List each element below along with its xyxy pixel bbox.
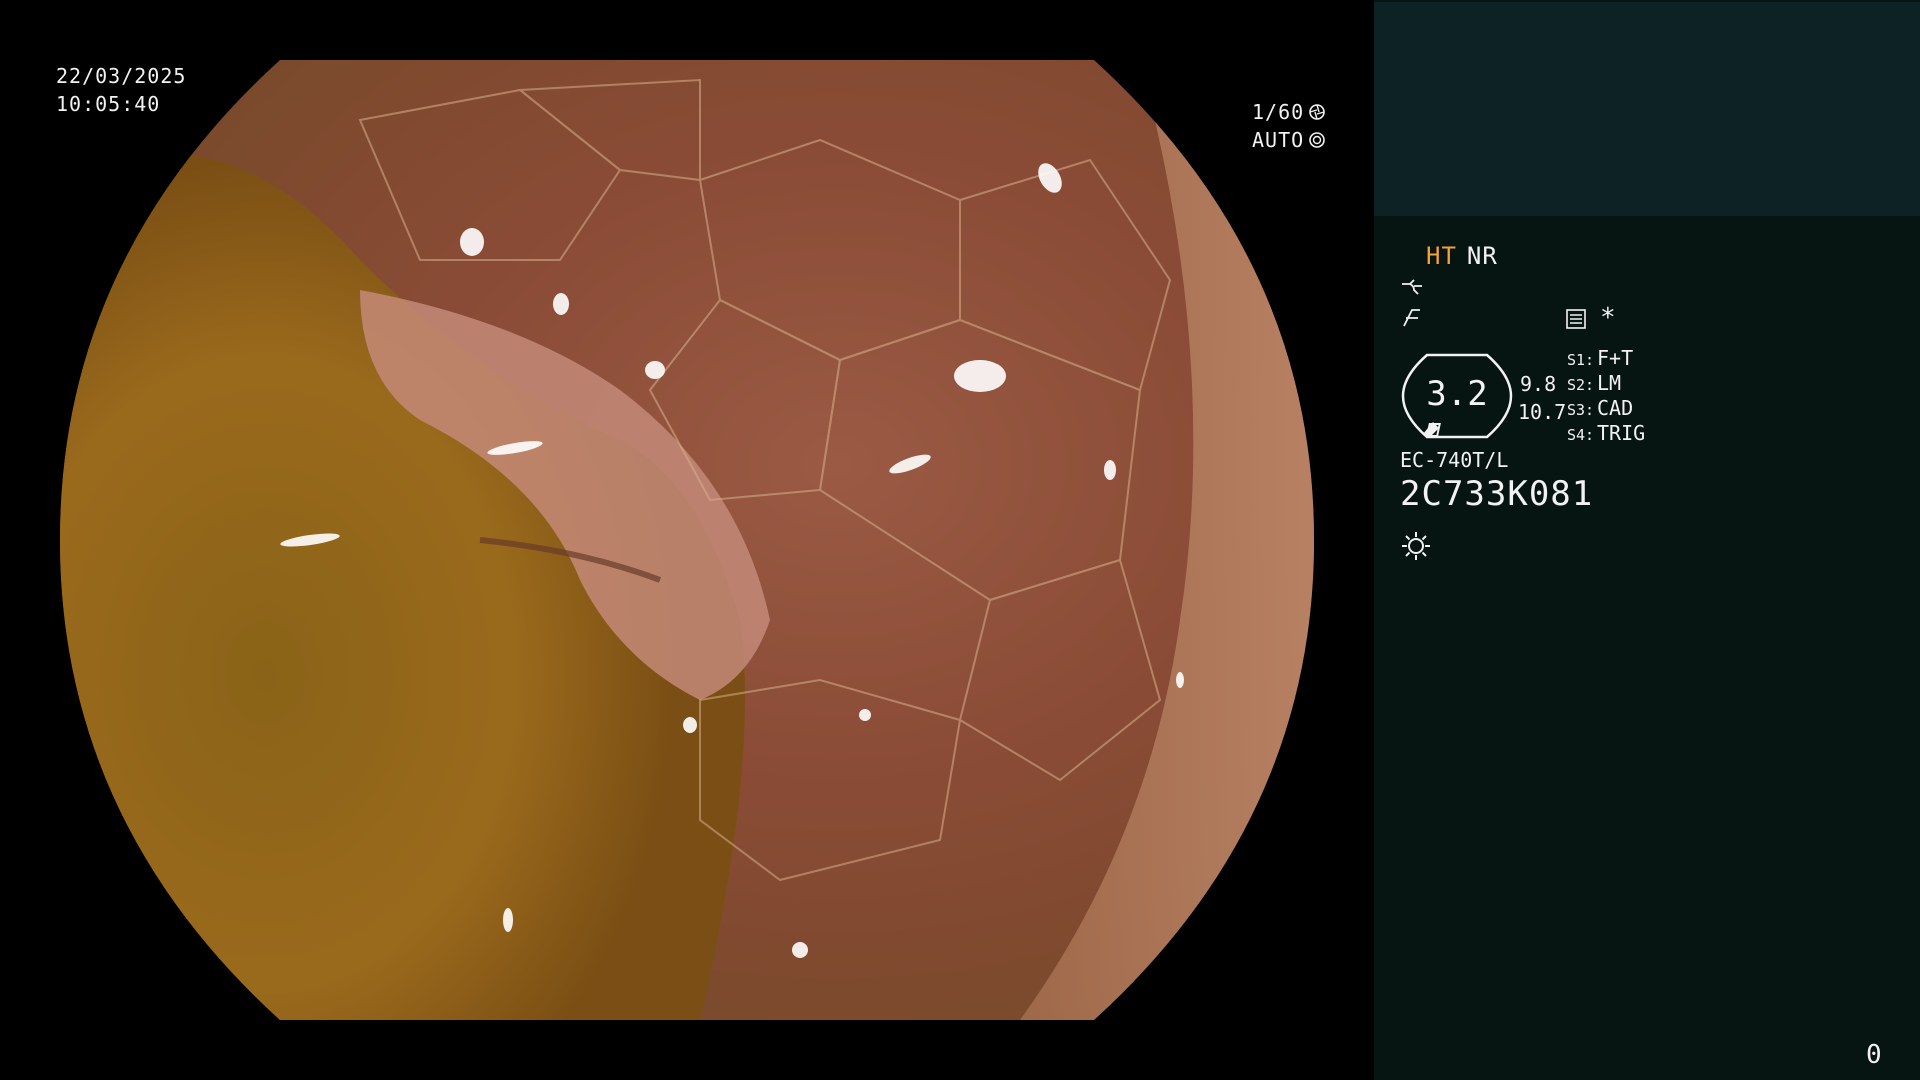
- zoom-range: 9.8 10.7: [1518, 370, 1566, 426]
- switch-value: F+T: [1597, 346, 1634, 370]
- switch-key: S4:: [1567, 426, 1595, 444]
- image-mode-indicators: HT NR: [1426, 242, 1498, 270]
- zoom-lower: 10.7: [1518, 400, 1567, 424]
- tone-curve-icon: [1402, 279, 1422, 295]
- menu-icon: [1566, 309, 1586, 329]
- switch-key: S2:: [1567, 376, 1595, 394]
- status-panel: [1374, 0, 1920, 1080]
- exposure-info: 1/60 AUTO: [1252, 98, 1326, 154]
- scope-model: EC-740T/L: [1400, 448, 1509, 472]
- iris-icon: [1309, 132, 1325, 148]
- endoscopic-image: [60, 60, 1314, 1020]
- date-text: 22/03/2025: [56, 64, 187, 88]
- switch-value: LM: [1597, 371, 1622, 395]
- switch-row: S2: LM: [1567, 371, 1645, 396]
- enhance-icon: [1403, 309, 1420, 327]
- shutter-icon: [1309, 104, 1325, 120]
- switch-key: S1:: [1567, 351, 1595, 369]
- switch-row: S1: F+T: [1567, 346, 1645, 371]
- zoom-value: 3.2: [1426, 374, 1488, 414]
- nr-mode: NR: [1466, 242, 1498, 270]
- timestamp: 22/03/2025 10:05:40: [56, 62, 186, 118]
- zoom-upper: 9.8: [1520, 372, 1557, 396]
- time-text: 10:05:40: [56, 92, 161, 116]
- switch-key: S3:: [1567, 401, 1595, 419]
- scope-switch-list: S1: F+T S2: LM S3: CAD S4: TRIG: [1567, 346, 1645, 446]
- light-icon: [1402, 532, 1430, 560]
- shutter-text: 1/60: [1252, 100, 1305, 124]
- thumbnail-area: [1374, 2, 1920, 216]
- switch-value: TRIG: [1597, 421, 1646, 445]
- switch-row: S3: CAD: [1567, 396, 1645, 421]
- frame-counter: 0: [1866, 1040, 1882, 1070]
- switch-row: S4: TRIG: [1567, 421, 1645, 446]
- switch-value: CAD: [1597, 396, 1634, 420]
- iris-mode-text: AUTO: [1252, 128, 1305, 152]
- menu-star: *: [1600, 303, 1617, 333]
- ht-mode: HT: [1426, 242, 1457, 270]
- scope-serial: 2C733K081: [1400, 474, 1594, 514]
- endoscope-video-area: 22/03/2025 10:05:40 1/60 AUTO: [0, 0, 1374, 1080]
